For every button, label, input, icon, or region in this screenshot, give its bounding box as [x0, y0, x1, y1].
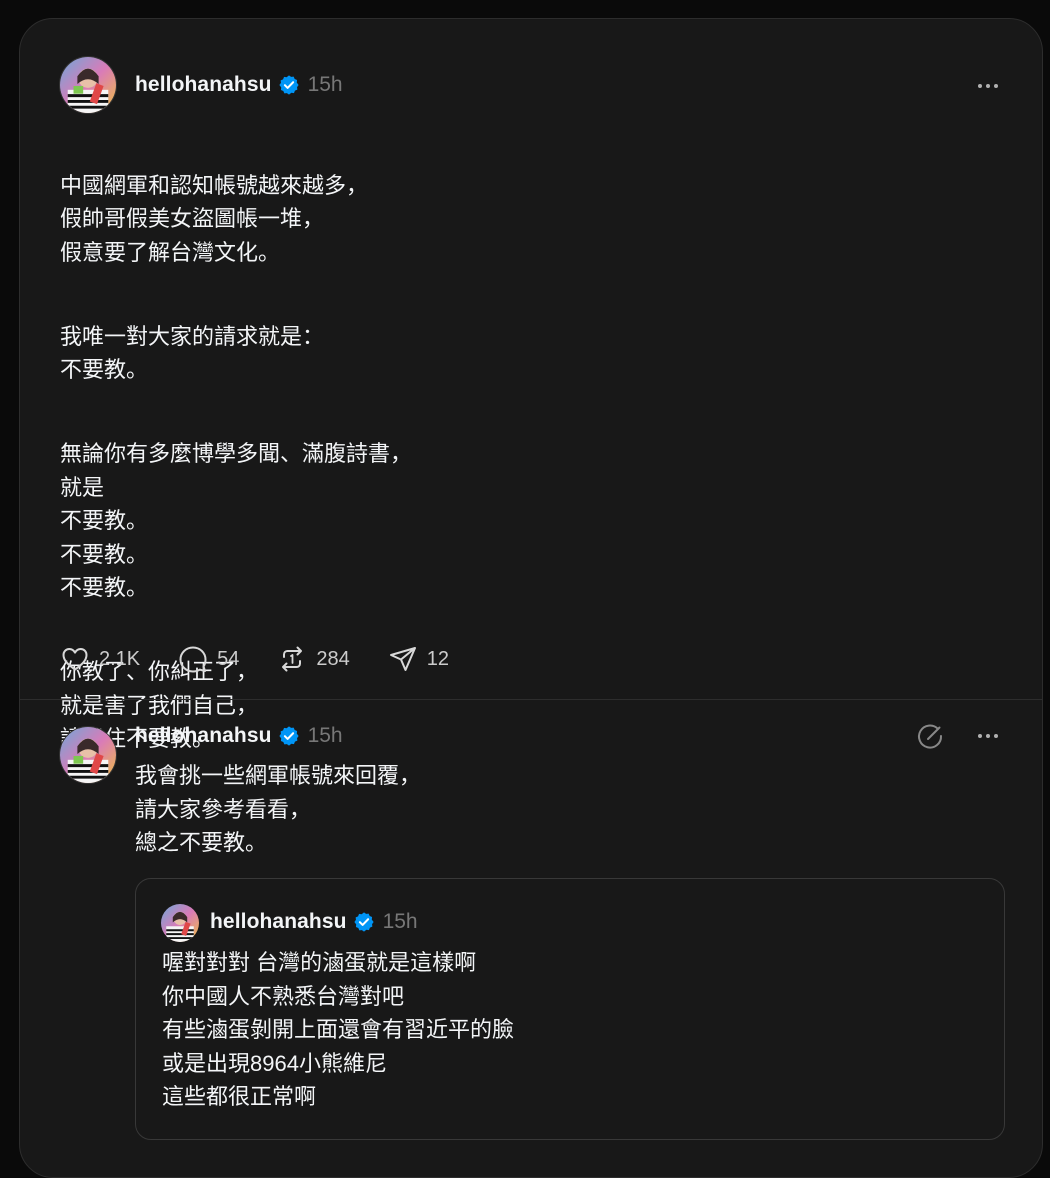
verified-badge-icon [278, 725, 300, 747]
like-button[interactable]: 2.1K [60, 644, 140, 674]
verified-badge-icon [278, 74, 300, 96]
verified-badge-icon [353, 911, 375, 933]
post-paragraph: 我唯一對大家的請求就是： 不要教。 [60, 323, 325, 383]
post-timestamp[interactable]: 15h [308, 724, 343, 748]
edit-icon[interactable] [915, 721, 945, 751]
post-actions: 2.1K 54 284 12 [60, 643, 487, 675]
quoted-post-card[interactable]: hellohanahsu 15h 喔對對對 台灣的滷蛋就是這樣啊 你中國人不熟悉… [135, 878, 1005, 1140]
post-body: 中國網軍和認知帳號越來越多， 假帥哥假美女盜圖帳一堆， 假意要了解台灣文化。 我… [60, 135, 960, 789]
reply-count: 54 [217, 647, 240, 670]
username-link[interactable]: hellohanahsu [210, 910, 347, 934]
post-header: hellohanahsu 15h [135, 722, 343, 750]
reply-body: 我會挑一些網軍帳號來回覆， 請大家參考看看， 總之不要教。 [135, 763, 422, 855]
share-count: 12 [426, 647, 450, 670]
comment-icon [179, 646, 207, 673]
avatar[interactable] [59, 56, 117, 114]
share-icon [389, 647, 416, 671]
more-icon[interactable] [972, 74, 1004, 98]
quoted-post-header: hellohanahsu 15h [210, 908, 418, 936]
repost-icon [282, 646, 303, 672]
repost-count: 284 [316, 647, 350, 670]
avatar[interactable] [59, 726, 117, 784]
reply-button[interactable]: 54 [178, 644, 239, 674]
heart-icon [62, 648, 88, 671]
reply-post: hellohanahsu 15h 我會挑一些網軍帳號來回覆， 請大家參考看看， … [20, 700, 1042, 1177]
more-icon[interactable] [972, 724, 1004, 748]
post-paragraph: 無論你有多麼博學多聞、滿腹詩書， 就是 不要教。 不要教。 不要教。 [60, 441, 413, 600]
quoted-post-body: 喔對對對 台灣的滷蛋就是這樣啊 你中國人不熟悉台灣對吧 有些滷蛋剝開上面還會有習… [162, 950, 515, 1109]
avatar[interactable] [161, 904, 199, 942]
like-count: 2.1K [99, 647, 141, 670]
repost-button[interactable]: 284 [277, 644, 350, 674]
share-button[interactable]: 12 [388, 644, 449, 674]
username-link[interactable]: hellohanahsu [135, 724, 272, 748]
username-link[interactable]: hellohanahsu [135, 73, 272, 97]
post-paragraph: 中國網軍和認知帳號越來越多， 假帥哥假美女盜圖帳一堆， 假意要了解台灣文化。 [60, 172, 369, 265]
post-header: hellohanahsu 15h [135, 71, 343, 99]
post-timestamp[interactable]: 15h [383, 910, 418, 934]
feed-panel: hellohanahsu 15h 中國網軍和認知帳號越來越多， 假帥哥假美女盜圖… [19, 18, 1043, 1178]
post-timestamp[interactable]: 15h [308, 73, 343, 97]
thread-post: hellohanahsu 15h 中國網軍和認知帳號越來越多， 假帥哥假美女盜圖… [20, 19, 1042, 751]
